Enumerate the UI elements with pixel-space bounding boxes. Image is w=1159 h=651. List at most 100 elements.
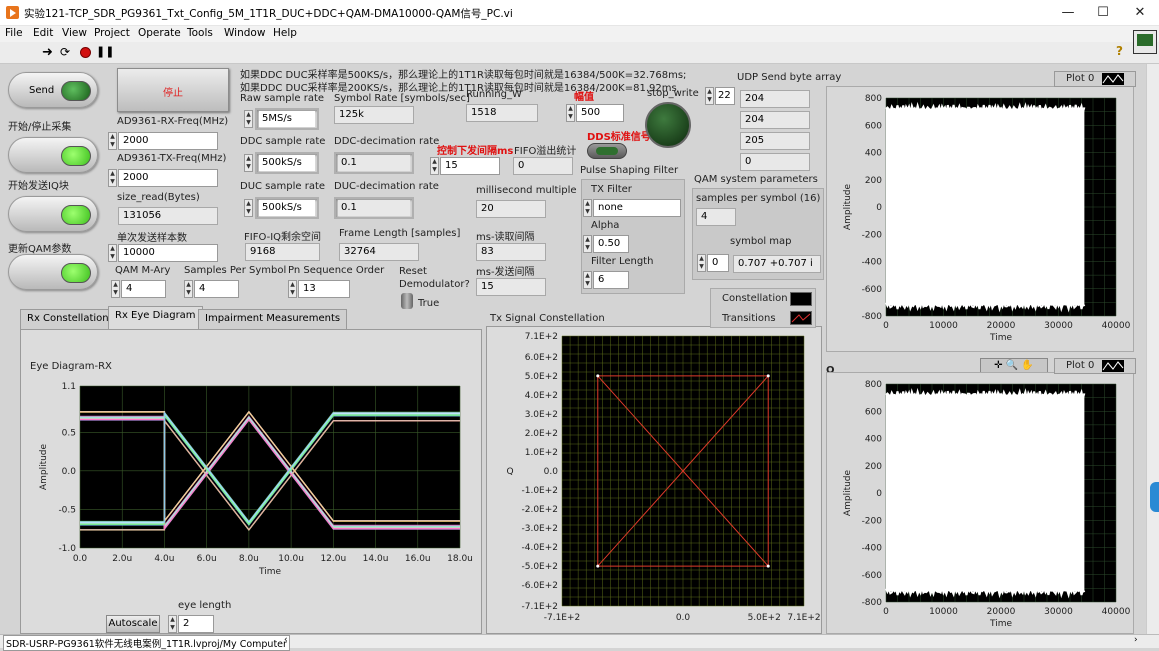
ddc-rate-spinner[interactable]: ▲ ▼: [244, 154, 253, 172]
tab-impairment[interactable]: Impairment Measurements: [198, 309, 348, 329]
ms-send-indicator: 15: [476, 278, 546, 296]
q-xtick: 40000: [1102, 607, 1131, 617]
eye-xlabel: Time: [258, 567, 281, 577]
tx-filter-spinner[interactable]: ▲ ▼: [583, 199, 592, 217]
close-button[interactable]: ✕: [1125, 3, 1155, 23]
pn-order-input[interactable]: 13: [298, 280, 350, 298]
menu-view[interactable]: View: [62, 27, 87, 39]
rx-freq-spinner[interactable]: ▲ ▼: [108, 132, 117, 150]
status-scroll-left[interactable]: ‹: [284, 635, 288, 645]
reset-demod-switch[interactable]: [401, 293, 413, 309]
window-title: 实验121-TCP_SDR_PG9361_Txt_Config_5M_1T1R_…: [24, 8, 513, 20]
q-ylabel: Amplitude: [843, 469, 853, 516]
send-samples-label: 单次发送样本数: [117, 233, 187, 244]
i-xtick: 0: [883, 321, 889, 331]
amplitude-input[interactable]: 500: [576, 104, 624, 122]
sps-input[interactable]: 4: [194, 280, 239, 298]
minimize-button[interactable]: —: [1053, 3, 1083, 23]
update-qam-toggle[interactable]: [8, 196, 98, 232]
tx-filter-input[interactable]: none: [593, 199, 681, 217]
menu-edit[interactable]: Edit: [33, 27, 53, 39]
abort-icon[interactable]: [80, 47, 91, 58]
send-samples-spinner[interactable]: ▲ ▼: [108, 244, 117, 262]
scroll-thumb[interactable]: [1150, 482, 1159, 512]
sps-spinner[interactable]: ▲ ▼: [184, 280, 193, 298]
const-point: [596, 564, 600, 568]
start-iq-toggle[interactable]: [8, 137, 98, 173]
dds-toggle[interactable]: [587, 143, 627, 159]
q-ytick: 400: [865, 435, 882, 445]
tab-rx-eye-diagram[interactable]: Rx Eye Diagram: [108, 306, 203, 329]
symbol-map-index[interactable]: 0: [707, 254, 729, 272]
const-ytick: 5.0E+2: [525, 372, 558, 382]
run-continuously-icon[interactable]: ⟳: [60, 45, 70, 59]
eye-xtick: 14.0u: [363, 554, 389, 564]
fifo-overflow-indicator: 0: [513, 157, 573, 175]
i-ytick: 0: [876, 203, 882, 213]
i-ytick: -800: [862, 312, 883, 322]
status-bar: SDR-USRP-PG9361软件无线电案例_1T1R.lvproj/My Co…: [0, 634, 1159, 651]
q-ytick: 600: [865, 407, 882, 417]
send-samples-input[interactable]: 10000: [118, 244, 218, 262]
legend-transitions-swatch[interactable]: [790, 311, 812, 325]
status-scroll-right[interactable]: ›: [1134, 635, 1138, 645]
filter-len-input[interactable]: 6: [593, 271, 629, 289]
alpha-input[interactable]: 0.50: [593, 235, 629, 253]
amplitude-spinner[interactable]: ▲ ▼: [566, 104, 575, 122]
udp-index-spinner[interactable]: ▲ ▼: [705, 87, 714, 105]
running-w-label: Running_W: [466, 89, 522, 100]
run-arrow-icon[interactable]: ➜: [42, 45, 53, 60]
eye-length-input[interactable]: 2: [178, 615, 214, 633]
pn-order-spinner[interactable]: ▲ ▼: [288, 280, 297, 298]
eye-xtick: 16.0u: [405, 554, 431, 564]
ctrl-interval-spinner[interactable]: ▲ ▼: [430, 157, 439, 175]
i-ytick: -400: [862, 258, 883, 268]
ddc-rate-ring[interactable]: 500kS/s: [255, 152, 319, 174]
stop-button[interactable]: 停止: [117, 68, 229, 112]
menu-tools[interactable]: Tools: [187, 27, 213, 39]
duc-rate-ring[interactable]: 500kS/s: [255, 197, 319, 219]
i-ytick: -600: [862, 285, 883, 295]
menu-operate[interactable]: Operate: [138, 27, 181, 39]
help-icon[interactable]: ?: [1116, 44, 1123, 58]
eye-diagram-chart: 0.0 2.0u 4.0u 6.0u 8.0u 10.0u 12.0u 14.0u 16.0u 1…: [39, 382, 473, 577]
pause-icon[interactable]: ❚❚: [96, 45, 114, 58]
filter-len-spinner[interactable]: ▲ ▼: [583, 271, 592, 289]
udp-index-input[interactable]: 22: [715, 87, 735, 105]
menu-window[interactable]: Window: [224, 27, 265, 39]
alpha-spinner[interactable]: ▲ ▼: [583, 235, 592, 253]
stop-write-led[interactable]: [645, 102, 691, 148]
symbol-map-spinner[interactable]: ▲ ▼: [697, 254, 706, 272]
const-xtick: -7.1E+2: [544, 613, 581, 623]
raw-rate-spinner[interactable]: ▲ ▼: [244, 110, 253, 128]
vertical-scrollbar[interactable]: [1146, 64, 1159, 634]
rx-freq-input[interactable]: 2000: [118, 132, 218, 150]
menu-project[interactable]: Project: [94, 27, 130, 39]
const-ytick: 2.0E+2: [525, 429, 558, 439]
eye-length-spinner[interactable]: ▲ ▼: [168, 615, 177, 633]
legend-constellation-swatch[interactable]: [790, 292, 812, 306]
ctrl-interval-input[interactable]: 15: [440, 157, 500, 175]
extra-toggle[interactable]: [8, 254, 98, 290]
qam-mary-spinner[interactable]: ▲ ▼: [111, 280, 120, 298]
ms-read-label: ms-读取间隔: [476, 232, 535, 243]
eye-ytick: 0.0: [62, 467, 77, 477]
q-ytick: 200: [865, 462, 882, 472]
menu-file[interactable]: File: [5, 27, 23, 39]
qam-mary-input[interactable]: 4: [121, 280, 166, 298]
ddc-dec-label: DDC-decimation rate: [334, 136, 440, 147]
send-button[interactable]: Send: [8, 72, 98, 108]
q-ytick: -200: [862, 516, 883, 526]
maximize-button[interactable]: ☐: [1088, 3, 1118, 23]
autoscale-button[interactable]: Autoscale: [106, 615, 160, 633]
alpha-label: Alpha: [591, 220, 620, 231]
tx-freq-input[interactable]: 2000: [118, 169, 218, 187]
tab-rx-constellation[interactable]: Rx Constellation: [20, 309, 116, 329]
const-ytick: 0.0: [544, 467, 559, 477]
raw-rate-ring[interactable]: 5MS/s: [255, 108, 319, 130]
tx-freq-spinner[interactable]: ▲ ▼: [108, 169, 117, 187]
i-xlabel: Time: [989, 333, 1012, 343]
q-xtick: 10000: [929, 607, 958, 617]
duc-rate-spinner[interactable]: ▲ ▼: [244, 199, 253, 217]
menu-help[interactable]: Help: [273, 27, 297, 39]
